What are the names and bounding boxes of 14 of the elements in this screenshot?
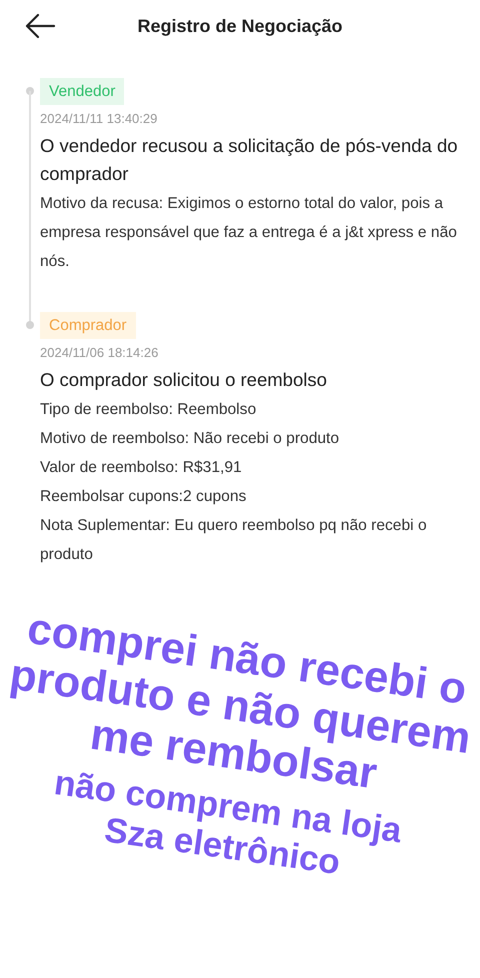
role-tag: Comprador xyxy=(40,312,136,339)
back-arrow-icon[interactable] xyxy=(24,13,56,39)
role-tag: Vendedor xyxy=(40,78,124,106)
event-detail: Reembolsar cupons:2 cupons xyxy=(40,486,248,506)
event-time: 2024/11/06 18:14:26 xyxy=(40,344,160,362)
event-detail: Tipo de reembolso: Reembolso xyxy=(40,400,258,420)
event-detail: Valor de reembolso: R$31,91 xyxy=(40,458,243,478)
event-heading: O comprador solicitou o reembolso xyxy=(40,368,328,392)
event-detail: Motivo da recusa: Exigimos o estorno total do valor, pois a empresa responsável que faz a entrega é a j&t xpress e não nós. xyxy=(40,194,458,272)
event-heading: O vendedor recusou a solicitação de pós-venda do comprador xyxy=(40,134,459,186)
event-detail: Nota Suplementar: Eu quero reembolso pq não recebi o produto xyxy=(40,516,428,564)
event-time: 2024/11/11 13:40:29 xyxy=(40,110,158,128)
event-detail: Motivo de reembolso: Não recebi o produto xyxy=(40,428,340,448)
page-title: Registro de Negociação xyxy=(137,14,343,38)
